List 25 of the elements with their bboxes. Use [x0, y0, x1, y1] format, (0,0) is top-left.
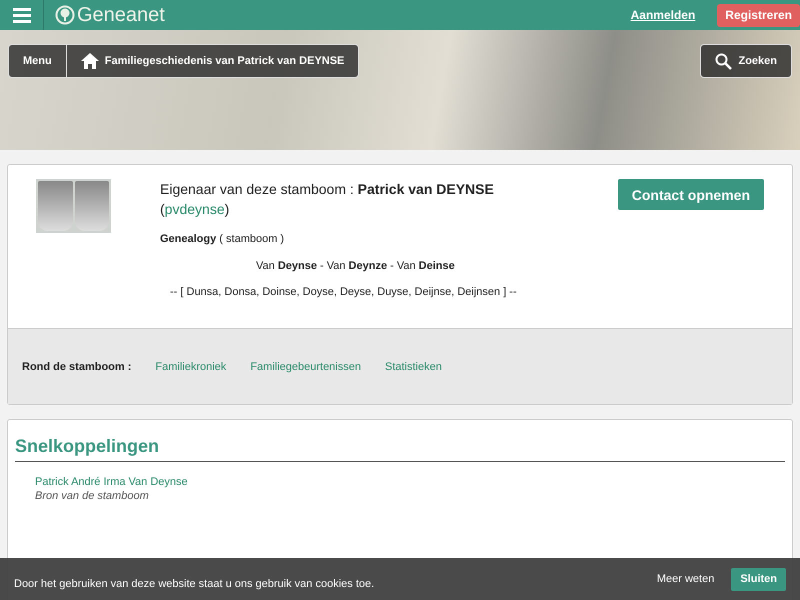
cookie-text: Door het gebruiken van deze website staat u ons gebruik van cookies toe. — [14, 577, 376, 590]
person-note: Bron van de stamboom — [35, 490, 150, 502]
around-tree-link[interactable]: Familiegebeurtenissen — [250, 360, 361, 372]
contact-button[interactable]: Contact opnemen — [618, 179, 764, 210]
around-tree-link[interactable]: Statistieken — [384, 360, 442, 372]
search-icon — [715, 52, 732, 70]
breadcrumb-link[interactable]: Familiegeschiedenis van Patrick van DEYNSE — [66, 45, 358, 77]
surnames-text: Van Deynse - Van Deynze - Van Deinse — [255, 260, 456, 272]
around-tree-label: Rond de stamboom : — [22, 360, 132, 372]
owner-text: Eigenaar van deze stamboom : Patrick van DEYNSE (pvdeynse) — [160, 180, 495, 219]
search-button[interactable]: Zoeken — [700, 44, 792, 78]
genealogy-text: Genealogy ( stamboom ) — [160, 233, 286, 245]
close-cookie-button[interactable]: Sluiten — [731, 568, 786, 590]
register-button[interactable]: Registreren — [717, 4, 800, 26]
surname-variants-text: -- [ Dunsa, Donsa, Doinse, Doyse, Deyse, Duyse, Deijnse, Deijnsen ] -- — [169, 286, 518, 298]
person-link[interactable]: Patrick André Irma Van Deynse — [35, 476, 785, 488]
section-title: Snelkoppelingen — [15, 436, 785, 462]
tree-logo-icon — [55, 5, 75, 25]
around-tree-link[interactable]: Familiekroniek — [155, 360, 226, 372]
login-link[interactable]: Aanmelden — [630, 8, 696, 22]
more-info-link[interactable]: Meer weten — [656, 573, 714, 585]
home-icon — [80, 53, 99, 69]
menu-button[interactable]: Menu — [9, 45, 67, 77]
logo-text[interactable]: Geneanet — [77, 4, 165, 26]
owner-login-link[interactable]: pvdeynse — [164, 201, 225, 217]
